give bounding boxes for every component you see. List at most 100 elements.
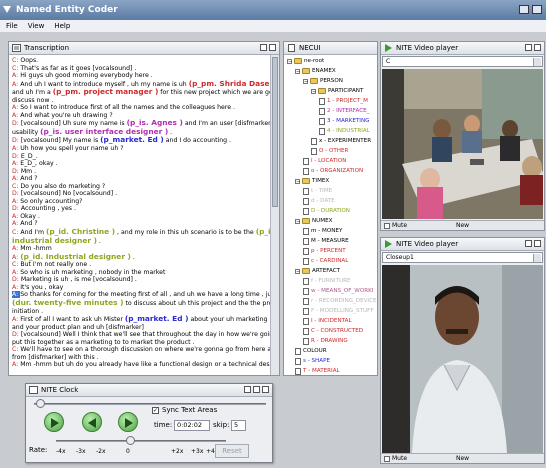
tree-node[interactable]: − TIMEX (295, 176, 329, 186)
transcript-line[interactable]: A: So only accounting? (12, 198, 267, 206)
rewind-button[interactable] (82, 412, 102, 432)
speaker-label[interactable]: A: (12, 160, 20, 167)
rate-slider-track[interactable] (56, 440, 226, 442)
tree-node[interactable]: 4 - INDUSTRIAL (319, 126, 370, 136)
transcript-line[interactable]: D: [vocalsound] Well I think that we'll … (12, 331, 270, 339)
position-slider-track[interactable] (34, 403, 266, 405)
reset-button[interactable]: Reset (215, 444, 249, 458)
tree-node[interactable]: d - DATE (303, 196, 335, 206)
position-slider-knob[interactable] (36, 399, 45, 408)
transcript-line[interactable]: C: That's as far as it goes [vocalsound]… (12, 65, 267, 73)
video1-source-select[interactable]: C (382, 56, 543, 67)
transcription-scrollbar[interactable] (270, 55, 279, 375)
tree-node[interactable]: C - CONSTRUCTED (303, 326, 363, 336)
tree-node[interactable]: − ne-root (287, 56, 324, 66)
speaker-label[interactable]: A: (12, 198, 20, 205)
collapse-icon[interactable]: − (295, 218, 300, 224)
menu-file[interactable]: File (6, 20, 18, 32)
tree-node[interactable]: p - PERCENT (303, 246, 346, 256)
tree-node[interactable]: M - MEASURE (303, 236, 349, 246)
speaker-label[interactable]: D: (12, 168, 21, 175)
transcript-line[interactable]: D: Accounting , yes . (12, 205, 267, 213)
menu-help[interactable]: Help (54, 20, 70, 32)
speaker-label[interactable]: D: (12, 205, 21, 212)
video2-source-select[interactable]: Closeup1 (382, 252, 543, 263)
tree-node[interactable]: o - ORGANIZATION (303, 166, 363, 176)
named-entity[interactable]: industrial designer ) (12, 236, 97, 245)
collapse-icon[interactable]: − (311, 88, 316, 94)
transcript-line[interactable]: A: Mm -hmm but uh do you already have li… (12, 361, 270, 369)
named-entity[interactable]: (p_market. Ed ) (125, 314, 189, 323)
maximize-icon[interactable] (534, 240, 541, 247)
transcript-line[interactable]: A: Uh how you spell your name uh ? (12, 145, 267, 153)
transcript-line[interactable]: A: Okay . (12, 213, 267, 221)
transcript-line[interactable]: D: Marketing is uh , is me [vocalsound] … (12, 276, 267, 284)
video2-mute-checkbox[interactable] (384, 455, 390, 462)
tree-node[interactable]: − PERSON (303, 76, 343, 86)
speaker-label[interactable]: D: (12, 120, 21, 127)
restore-icon[interactable] (260, 44, 267, 51)
speaker-label[interactable]: A: (12, 316, 20, 323)
tree-node[interactable]: s - SHAPE (295, 356, 330, 366)
transcript-line[interactable]: discuss now . (12, 97, 267, 105)
minimize-button[interactable] (519, 5, 529, 14)
maximize-icon[interactable] (269, 44, 276, 51)
transcript-line[interactable]: put this together as a marketing to to m… (12, 339, 267, 347)
speaker-label[interactable]: A: (12, 104, 20, 111)
transcript-line[interactable]: C: Oops. (12, 57, 267, 65)
tree-node[interactable]: R - DRAWING (303, 336, 348, 346)
transcript-line[interactable]: A: So who is uh marketing , nobody in th… (12, 269, 267, 277)
speaker-label[interactable]: A: (12, 361, 20, 368)
tree-node[interactable]: c - CARDINAL (303, 256, 348, 266)
play-button[interactable] (44, 412, 64, 432)
transcript-line[interactable]: A: So I want to introduce first of all t… (12, 104, 267, 112)
named-entity[interactable]: (p_pm. project manager ) (53, 87, 159, 96)
transcript-line[interactable]: C: Do you also do marketing ? (12, 183, 267, 191)
speaker-label[interactable]: A: (12, 112, 20, 119)
transcript-line[interactable]: C: But I'm not really one . (12, 261, 267, 269)
named-entity[interactable]: (p_id. Industrial designer ) (20, 252, 131, 261)
named-entity[interactable]: (dur. twenty-five minutes ) (12, 298, 124, 307)
named-entity[interactable]: (p_id. (256, 227, 270, 236)
tree-node[interactable]: D - DURATION (303, 206, 350, 216)
transcript-line[interactable]: D: [vocalsound] No [vocalsound] . (12, 190, 267, 198)
tree-node[interactable]: f - FURNITURE (303, 276, 351, 286)
speaker-label[interactable]: D: (12, 331, 21, 338)
tree-node[interactable]: − PARTICIPANT (311, 86, 363, 96)
restore-icon[interactable] (525, 240, 532, 247)
tree-node[interactable]: r - RECORDING_DEVICE (303, 296, 377, 306)
transcript-line[interactable]: D: [vocalsound] My name is (p_market. Ed… (12, 136, 267, 145)
collapse-icon[interactable]: − (287, 58, 292, 64)
scrollbar-thumb[interactable] (272, 57, 278, 207)
menu-view[interactable]: View (28, 20, 45, 32)
speaker-label[interactable]: A: (12, 145, 20, 152)
tree-node[interactable]: F - MODELLING_STUFF (303, 306, 374, 316)
speaker-label[interactable]: D: (12, 276, 21, 283)
named-entity[interactable]: (p_market. Ed ) (100, 135, 164, 144)
tree-node[interactable]: T - MATERIAL (295, 366, 340, 375)
sync-checkbox[interactable]: ✓ (152, 407, 159, 414)
tree-node[interactable]: m - MONEY (303, 226, 342, 236)
speaker-label[interactable]: A: (12, 245, 20, 252)
transcript-line[interactable]: A: First of all I want to ask uh Mister … (12, 314, 270, 324)
tree-node[interactable]: COLOUR (295, 346, 327, 356)
transcript-line[interactable]: (dur. twenty-five minutes ) to discuss a… (12, 298, 270, 308)
transcript-line[interactable]: D: Mm . (12, 168, 267, 176)
transcript-line[interactable]: A: And ? (12, 175, 267, 183)
tree-node[interactable]: 3 - MARKETING (319, 116, 369, 126)
tree-node[interactable]: x - EXPERIMENTER (311, 136, 371, 146)
speaker-label[interactable]: D: (12, 137, 21, 144)
collapse-icon[interactable]: − (303, 78, 308, 84)
maximize-button[interactable] (532, 5, 542, 14)
named-entity[interactable]: (p_pm. Shrida Daseri ) (189, 79, 270, 88)
skip-field[interactable]: 5 (231, 420, 246, 431)
transcript-line[interactable]: A: It's you , okay (12, 284, 267, 292)
transcript-line[interactable]: and your product plan and uh [disfmarker… (12, 324, 267, 332)
tree-node[interactable]: − NUMEX (295, 216, 332, 226)
forward-button[interactable] (118, 412, 138, 432)
speaker-label[interactable]: A: (12, 81, 20, 88)
video1-new-button[interactable]: New (456, 221, 469, 230)
tree-node[interactable]: 1 - PROJECT_M (319, 96, 368, 106)
speaker-label[interactable]: A: (12, 72, 20, 79)
collapse-icon[interactable]: − (295, 68, 300, 74)
